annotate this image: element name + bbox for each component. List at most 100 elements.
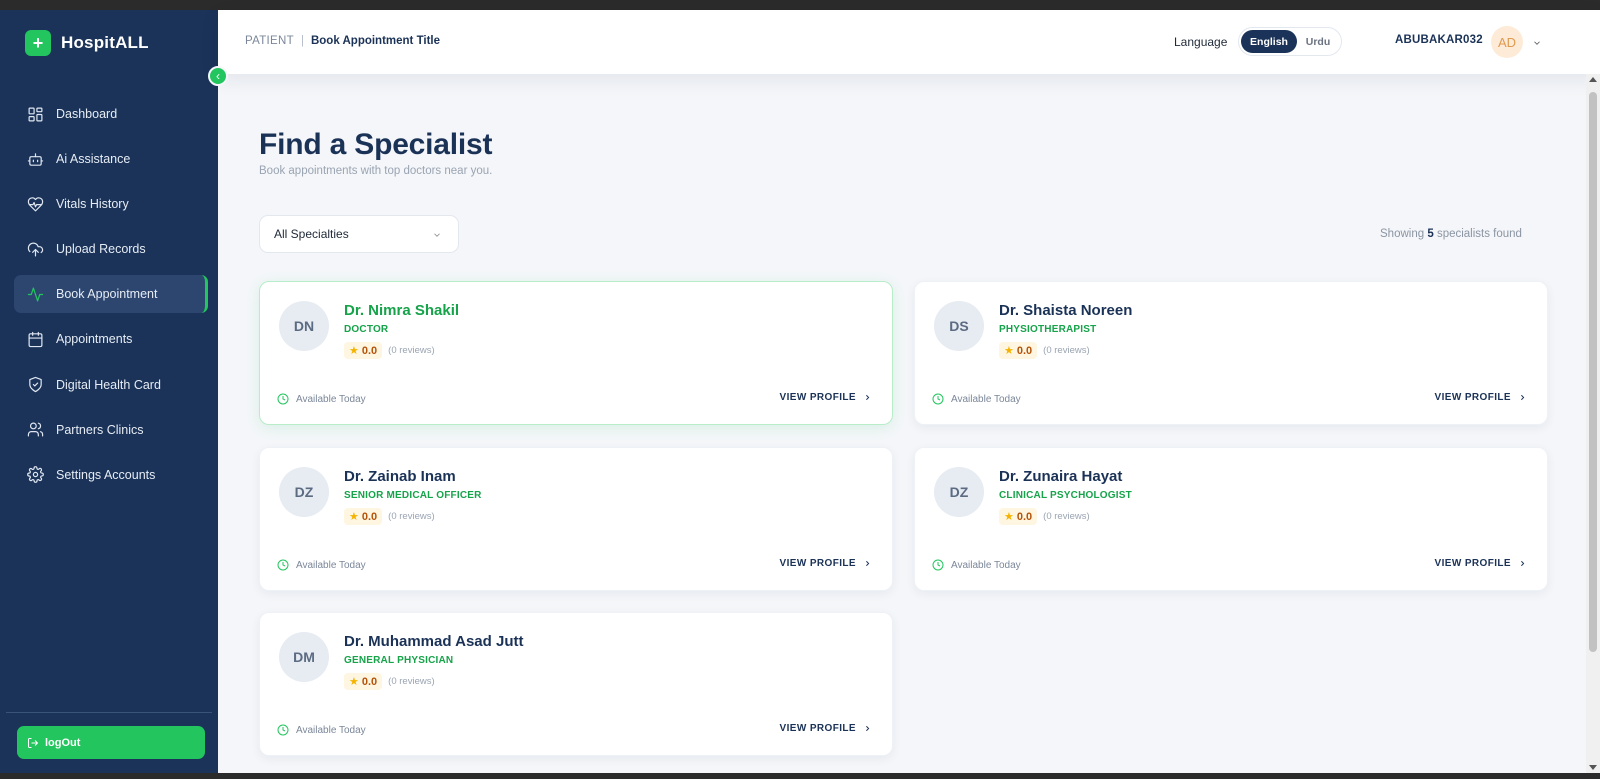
results-count: Showing 5 specialists found xyxy=(1380,228,1522,240)
sidebar-item-dashboard[interactable]: Dashboard xyxy=(14,95,208,133)
account-menu-button[interactable] xyxy=(1532,35,1544,47)
language-option-english[interactable]: English xyxy=(1241,30,1297,53)
rating-badge: ★ 0.0 xyxy=(999,508,1038,525)
calendar-icon xyxy=(26,330,44,348)
scroll-thumb[interactable] xyxy=(1589,92,1597,652)
brand-logo-icon: + xyxy=(25,30,51,56)
sidebar-item-upload-records[interactable]: Upload Records xyxy=(14,230,208,268)
doctor-specialty: GENERAL PHYSICIAN xyxy=(344,655,454,666)
scroll-up-arrow-icon[interactable] xyxy=(1589,77,1597,82)
availability-text: Available Today xyxy=(296,393,366,405)
availability-text: Available Today xyxy=(951,393,1021,405)
shield-check-icon xyxy=(26,376,44,394)
star-icon: ★ xyxy=(349,511,359,523)
sidebar-item-label: Partners Clinics xyxy=(56,422,144,437)
specialty-filter-select[interactable]: All Specialties xyxy=(259,215,459,253)
doctor-specialty: CLINICAL PSYCHOLOGIST xyxy=(999,490,1132,501)
chevron-left-icon: ‹ xyxy=(216,69,220,83)
robot-icon xyxy=(26,150,44,168)
top-header: PATIENT | Book Appointment Title Languag… xyxy=(218,10,1600,74)
doctor-card[interactable]: DM Dr. Muhammad Asad Jutt GENERAL PHYSIC… xyxy=(259,612,893,756)
view-profile-button[interactable]: VIEW PROFILE xyxy=(780,558,872,569)
language-label: Language xyxy=(1174,35,1228,49)
sidebar-item-digital-health-card[interactable]: Digital Health Card xyxy=(14,366,208,404)
doctor-card[interactable]: DZ Dr. Zunaira Hayat CLINICAL PSYCHOLOGI… xyxy=(914,447,1548,591)
doctor-specialty: DOCTOR xyxy=(344,324,389,335)
view-profile-label: VIEW PROFILE xyxy=(779,558,856,569)
view-profile-button[interactable]: VIEW PROFILE xyxy=(780,723,872,734)
breadcrumb-root[interactable]: PATIENT xyxy=(245,35,294,47)
doctor-name[interactable]: Dr. Muhammad Asad Jutt xyxy=(344,633,523,650)
sidebar: + HospitALL Dashboard Ai Assistance Vita… xyxy=(0,10,218,773)
sidebar-nav: Dashboard Ai Assistance Vitals History U… xyxy=(14,95,208,501)
chevron-right-icon xyxy=(866,560,870,567)
chevron-down-icon xyxy=(1534,41,1540,45)
doctor-specialty: SENIOR MEDICAL OFFICER xyxy=(344,490,482,501)
sidebar-divider xyxy=(6,712,212,713)
doctor-specialty: PHYSIOTHERAPIST xyxy=(999,324,1097,335)
brand-name: HospitALL xyxy=(61,33,149,52)
availability: Available Today xyxy=(932,559,1021,571)
sidebar-collapse-button[interactable]: ‹ xyxy=(208,66,228,86)
chevron-right-icon xyxy=(866,725,870,732)
doctor-rating: ★ 0.0 (0 reviews) xyxy=(344,342,435,359)
sidebar-item-settings-accounts[interactable]: Settings Accounts xyxy=(14,456,208,494)
doctor-name[interactable]: Dr. Zainab Inam xyxy=(344,468,456,485)
rating-value: 0.0 xyxy=(361,344,378,357)
username[interactable]: ABUBAKAR032 xyxy=(1395,34,1483,46)
doctor-card[interactable]: DZ Dr. Zainab Inam SENIOR MEDICAL OFFICE… xyxy=(259,447,893,591)
doctor-name[interactable]: Dr. Shaista Noreen xyxy=(999,302,1132,319)
review-count: (0 reviews) xyxy=(388,345,435,356)
brand[interactable]: + HospitALL xyxy=(25,30,149,56)
dashboard-grid-icon xyxy=(26,105,44,123)
doctor-card[interactable]: DN Dr. Nimra Shakil DOCTOR ★ 0.0 (0 revie… xyxy=(259,281,893,425)
breadcrumb-current: Book Appointment Title xyxy=(310,35,441,47)
view-profile-button[interactable]: VIEW PROFILE xyxy=(780,392,872,403)
avatar[interactable]: AD xyxy=(1491,26,1523,58)
language-toggle: English Urdu xyxy=(1238,27,1342,56)
availability-text: Available Today xyxy=(296,559,366,571)
results-prefix: Showing xyxy=(1380,228,1425,240)
view-profile-button[interactable]: VIEW PROFILE xyxy=(1435,392,1527,403)
logout-button[interactable]: logOut xyxy=(17,726,205,759)
sidebar-item-book-appointment[interactable]: Book Appointment xyxy=(14,275,208,314)
rating-value: 0.0 xyxy=(1016,510,1033,523)
doctor-name[interactable]: Dr. Zunaira Hayat xyxy=(999,468,1122,485)
language-option-urdu[interactable]: Urdu xyxy=(1297,30,1339,53)
clock-icon xyxy=(932,393,944,405)
breadcrumb: PATIENT | Book Appointment Title xyxy=(245,35,440,47)
view-profile-label: VIEW PROFILE xyxy=(1434,392,1511,403)
clock-icon xyxy=(277,393,289,405)
page-title: Find a Specialist xyxy=(259,128,493,161)
sidebar-item-label: Upload Records xyxy=(56,242,146,257)
clock-icon xyxy=(277,559,289,571)
rating-value: 0.0 xyxy=(1016,344,1033,357)
chevron-right-icon xyxy=(1521,560,1525,567)
view-profile-label: VIEW PROFILE xyxy=(779,723,856,734)
sidebar-item-label: Book Appointment xyxy=(56,287,158,302)
availability: Available Today xyxy=(277,724,366,736)
sidebar-item-vitals-history[interactable]: Vitals History xyxy=(14,185,208,223)
sidebar-item-partners-clinics[interactable]: Partners Clinics xyxy=(14,411,208,449)
rating-value: 0.0 xyxy=(361,510,378,523)
availability: Available Today xyxy=(277,393,366,405)
sidebar-item-label: Vitals History xyxy=(56,197,129,212)
view-profile-button[interactable]: VIEW PROFILE xyxy=(1435,558,1527,569)
doctor-avatar: DZ xyxy=(934,467,984,517)
availability: Available Today xyxy=(277,559,366,571)
sidebar-item-ai-assistance[interactable]: Ai Assistance xyxy=(14,140,208,178)
breadcrumb-separator: | xyxy=(300,35,304,47)
doctor-card[interactable]: DS Dr. Shaista Noreen PHYSIOTHERAPIST ★ 0… xyxy=(914,281,1548,425)
scroll-down-arrow-icon[interactable] xyxy=(1589,765,1597,770)
review-count: (0 reviews) xyxy=(1043,345,1090,356)
doctor-rating: ★ 0.0 (0 reviews) xyxy=(999,342,1090,359)
view-profile-label: VIEW PROFILE xyxy=(779,392,856,403)
star-icon: ★ xyxy=(1004,511,1014,523)
availability-text: Available Today xyxy=(951,559,1021,571)
page-scrollbar[interactable] xyxy=(1586,74,1600,773)
chevron-down-icon xyxy=(432,229,442,239)
sidebar-item-appointments[interactable]: Appointments xyxy=(14,320,208,358)
clock-icon xyxy=(932,559,944,571)
doctor-rating: ★ 0.0 (0 reviews) xyxy=(344,508,435,525)
doctor-name[interactable]: Dr. Nimra Shakil xyxy=(344,302,459,319)
